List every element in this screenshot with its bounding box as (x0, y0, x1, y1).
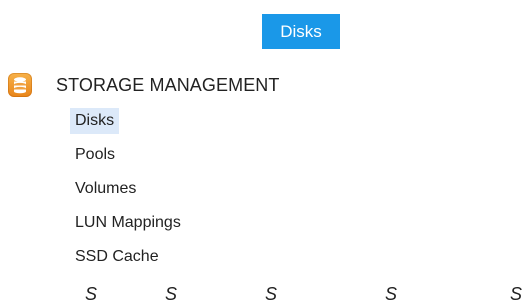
section-title: STORAGE MANAGEMENT (56, 74, 280, 95)
column-label: S (385, 284, 398, 304)
storage-database-icon (8, 73, 32, 97)
column-label: S (165, 284, 178, 304)
column-label: S (265, 284, 278, 304)
column-label: S (510, 284, 523, 304)
nav-item-volumes[interactable]: Volumes (70, 172, 186, 206)
nav-item-label: Volumes (75, 180, 137, 197)
disks-tooltip: Disks (262, 14, 340, 49)
nav-item-pools[interactable]: Pools (70, 138, 186, 172)
nav-item-disks[interactable]: Disks (70, 104, 186, 138)
column-label-row: S S S S S (0, 284, 526, 306)
nav-item-label: LUN Mappings (75, 214, 181, 231)
nav-item-ssd-cache[interactable]: SSD Cache (70, 240, 186, 274)
nav-item-label: Pools (75, 146, 116, 163)
column-label: S (85, 284, 98, 304)
storage-nav-list: Disks Pools Volumes LUN Mappings SSD Cac… (70, 104, 186, 274)
storage-management-header[interactable]: STORAGE MANAGEMENT (8, 70, 280, 100)
nav-item-label: SSD Cache (75, 248, 159, 265)
nav-item-label: Disks (70, 108, 120, 134)
nav-item-lun-mappings[interactable]: LUN Mappings (70, 206, 186, 240)
